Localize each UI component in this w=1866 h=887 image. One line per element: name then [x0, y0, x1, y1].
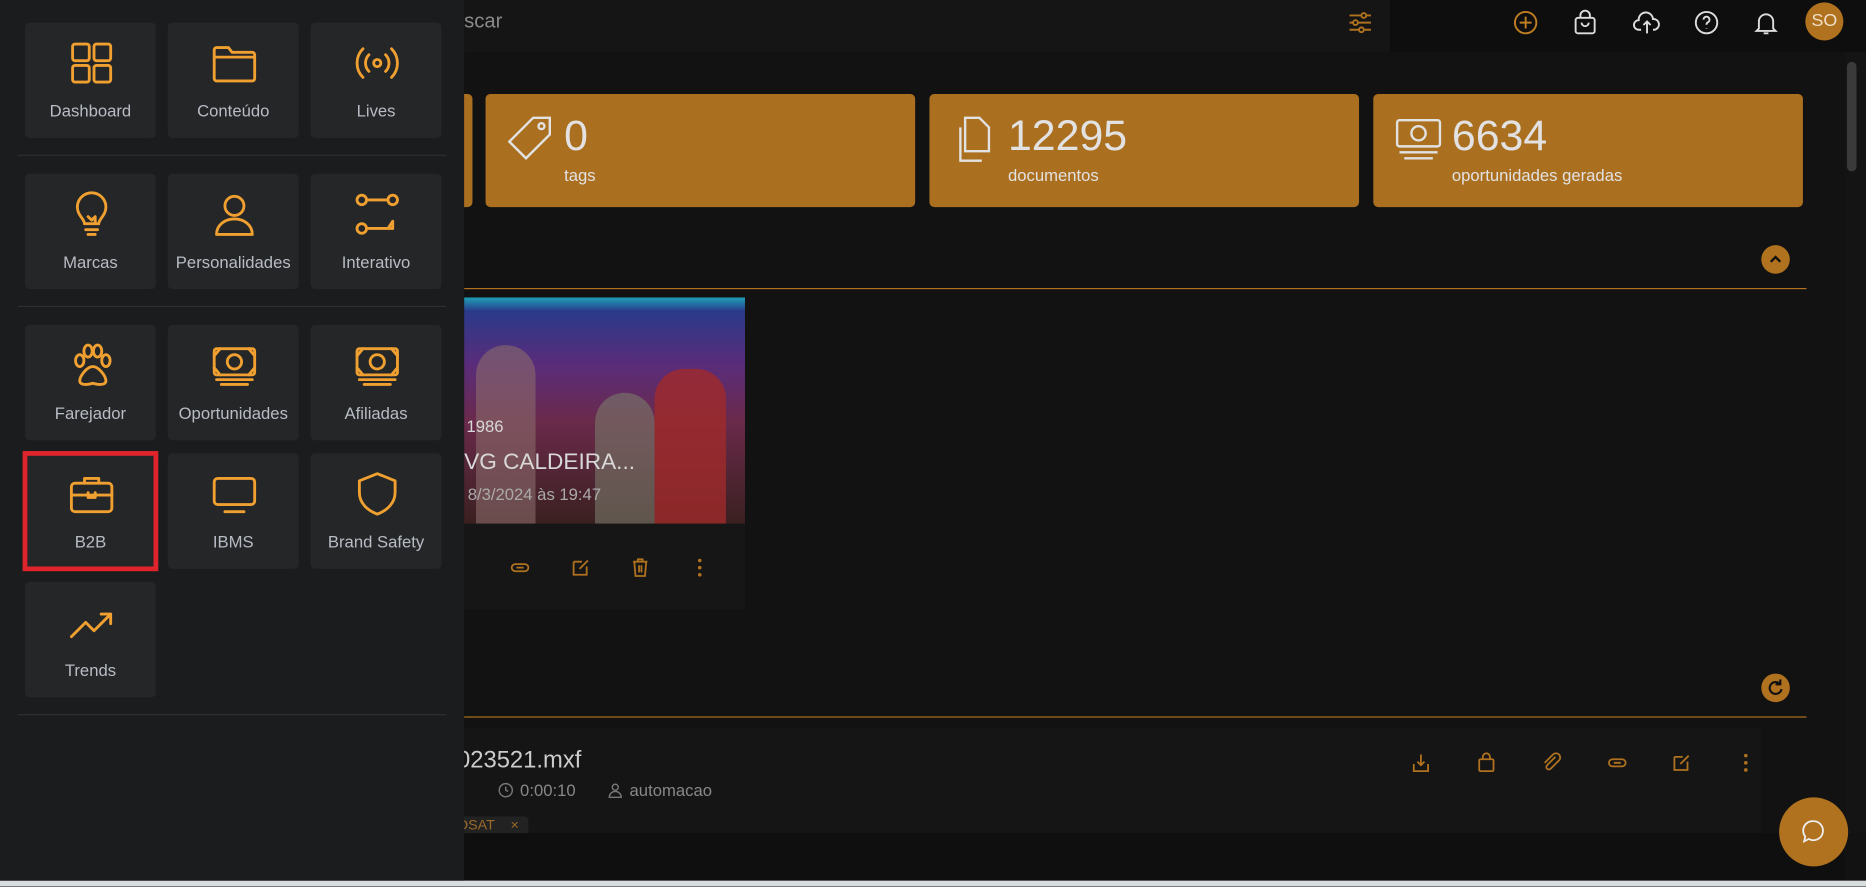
- avatar[interactable]: SO: [1805, 2, 1844, 41]
- menu-item-label: IBMS: [212, 531, 254, 551]
- monitor-icon: [212, 476, 257, 514]
- scrollbar-thumb[interactable]: [1846, 61, 1857, 172]
- documents-icon: [959, 116, 991, 162]
- video-date: 8/3/2024 às 19:47: [467, 484, 602, 504]
- broadcast-icon: [355, 47, 399, 79]
- menu-item-brand-safety[interactable]: Brand Safety: [310, 453, 442, 569]
- menu-item-oportunidades[interactable]: Oportunidades: [167, 324, 299, 441]
- menu-item-b2b[interactable]: B2B: [22, 451, 159, 572]
- menu-item-label: Conteúdo: [197, 101, 270, 121]
- menu-item-personalidades[interactable]: Personalidades: [167, 173, 299, 290]
- file-duration: 0:00:10: [520, 780, 576, 800]
- divider: [17, 154, 447, 156]
- refresh-button[interactable]: [1761, 673, 1790, 703]
- shield-icon: [357, 472, 397, 516]
- filter-sliders-icon[interactable]: [1347, 10, 1373, 36]
- video-year: 1986: [466, 416, 504, 436]
- menu-item-dashboard[interactable]: Dashboard: [24, 22, 156, 139]
- stat-card-tags: 0 tags: [485, 94, 916, 208]
- stat-value: 0: [564, 110, 588, 160]
- tag-icon: [507, 116, 551, 160]
- menu-item-conte-do[interactable]: Conteúdo: [167, 22, 299, 139]
- link-icon[interactable]: [509, 557, 530, 578]
- menu-item-lives[interactable]: Lives: [310, 22, 442, 139]
- footer-bar: [464, 833, 1845, 881]
- menu-item-label: Lives: [356, 101, 396, 121]
- video-thumbnail[interactable]: 1986 VG CALDEIRA... 8/3/2024 às 19:47: [464, 297, 745, 524]
- user-icon: [608, 783, 622, 799]
- bell-icon[interactable]: [1751, 7, 1782, 38]
- paw-icon: [74, 343, 112, 386]
- help-icon[interactable]: [1691, 7, 1722, 38]
- app-window: scar SO 0 tags 12295 documentos 6634 opo…: [0, 0, 1866, 887]
- stat-label: tags: [564, 165, 596, 185]
- stat-value: 6634: [1451, 110, 1548, 160]
- video-title: VG CALDEIRA...: [464, 449, 636, 475]
- shopping-bag-icon[interactable]: [1476, 752, 1497, 773]
- folder-icon: [212, 46, 257, 83]
- stat-value: 12295: [1007, 110, 1128, 160]
- menu-item-label: Personalidades: [175, 252, 291, 272]
- stat-label: oportunidades geradas: [1451, 165, 1623, 185]
- shopping-bag-icon[interactable]: [1570, 7, 1601, 38]
- briefcase-icon: [69, 476, 114, 514]
- menu-item-label: Dashboard: [49, 101, 132, 121]
- menu-item-label: Oportunidades: [178, 403, 288, 423]
- apps-menu-panel: Dashboard Conteúdo Lives Marcas Personalidad…: [0, 0, 465, 881]
- collapse-button[interactable]: [1761, 245, 1790, 274]
- grid-icon: [71, 42, 113, 84]
- file-row[interactable]: 023521.mxf 0:00:10 automacao OSAT ×: [456, 728, 1762, 836]
- menu-item-afiliadas[interactable]: Afiliadas: [310, 324, 442, 441]
- search-input[interactable]: scar: [464, 10, 502, 34]
- menu-item-label: B2B: [74, 531, 107, 551]
- menu-item-label: Marcas: [63, 252, 118, 272]
- menu-item-label: Afiliadas: [344, 403, 408, 423]
- stat-card-opportunities: 6634 oportunidades geradas: [1373, 94, 1803, 208]
- menu-item-label: Farejador: [54, 403, 127, 423]
- cloud-upload-icon[interactable]: [1632, 7, 1663, 38]
- edit-icon[interactable]: [1671, 752, 1692, 773]
- taskbar-strip: [0, 880, 1866, 887]
- bulb-icon: [75, 191, 108, 236]
- video-card[interactable]: 1986 VG CALDEIRA... 8/3/2024 às 19:47: [464, 297, 745, 610]
- trash-icon[interactable]: [630, 557, 651, 578]
- attachment-icon[interactable]: [1541, 752, 1562, 773]
- chat-icon: [1802, 820, 1824, 844]
- divider: [464, 716, 1807, 718]
- edit-icon[interactable]: [570, 557, 591, 578]
- chat-button[interactable]: [1779, 797, 1849, 867]
- user-icon: [215, 194, 254, 236]
- more-vertical-icon[interactable]: [689, 557, 710, 578]
- menu-item-farejador[interactable]: Farejador: [24, 324, 156, 441]
- plus-circle-icon[interactable]: [1510, 7, 1541, 38]
- divider: [464, 287, 1807, 290]
- money-icon: [212, 347, 257, 386]
- link-icon[interactable]: [1607, 752, 1628, 773]
- menu-item-marcas[interactable]: Marcas: [24, 173, 156, 290]
- refresh-icon: [1768, 679, 1783, 695]
- menu-item-label: Interativo: [341, 252, 411, 272]
- tag-remove-icon[interactable]: ×: [510, 816, 518, 833]
- flow-icon: [355, 193, 399, 235]
- menu-item-interativo[interactable]: Interativo: [310, 173, 442, 290]
- menu-item-ibms[interactable]: IBMS: [167, 453, 299, 569]
- file-name: 023521.mxf: [456, 747, 582, 774]
- stat-label: documentos: [1007, 165, 1099, 185]
- menu-item-label: Trends: [64, 660, 117, 680]
- divider: [17, 714, 447, 716]
- money-icon: [1395, 119, 1442, 160]
- chevron-up-icon: [1769, 255, 1782, 263]
- divider: [17, 305, 447, 308]
- file-user: automacao: [629, 780, 712, 800]
- search-bar[interactable]: scar: [464, 0, 1390, 53]
- menu-item-label: Brand Safety: [327, 531, 425, 551]
- menu-item-trends[interactable]: Trends: [24, 581, 156, 698]
- trend-icon: [69, 612, 113, 639]
- download-icon[interactable]: [1410, 752, 1431, 773]
- header-actions: [1389, 0, 1866, 53]
- money-icon: [355, 347, 399, 386]
- stat-card-documents: 12295 documentos: [929, 94, 1360, 208]
- more-vertical-icon[interactable]: [1735, 752, 1756, 773]
- clock-icon: [498, 782, 514, 798]
